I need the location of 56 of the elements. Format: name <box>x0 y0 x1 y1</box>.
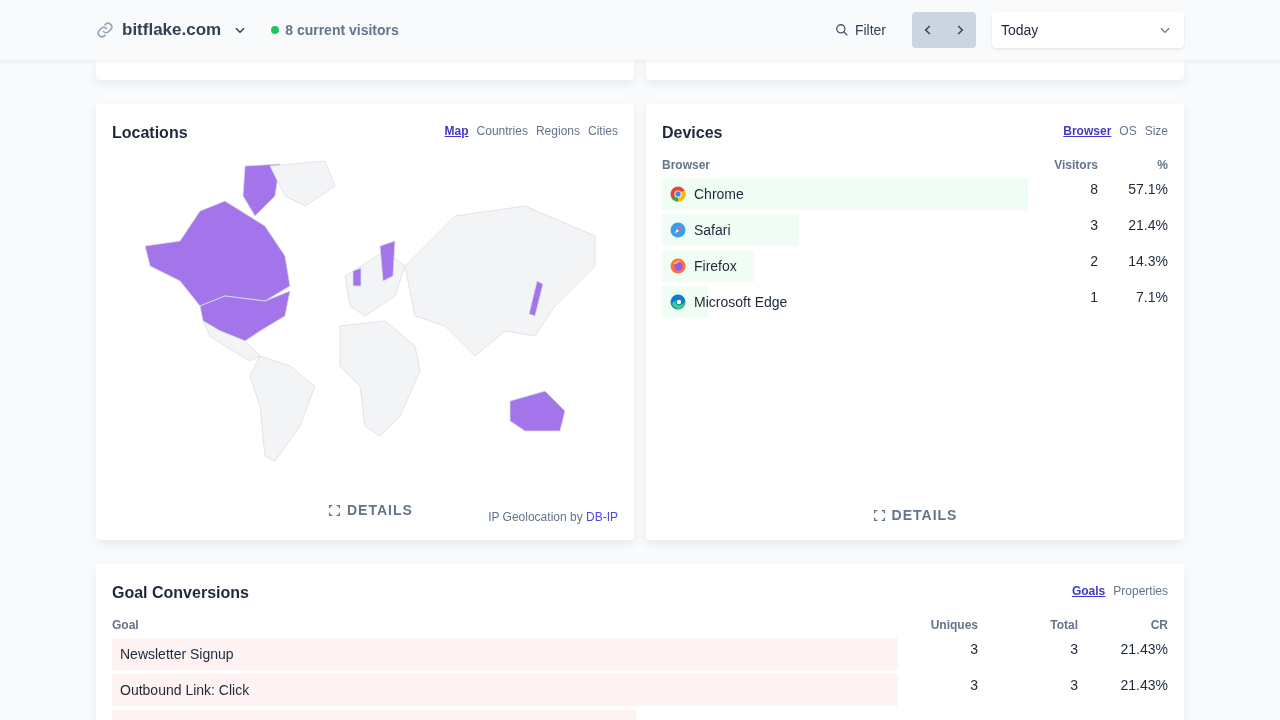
live-dot <box>271 26 280 34</box>
table-cell: 3 <box>970 641 978 657</box>
card-title: Locations <box>112 123 188 142</box>
table-cell: 21.43% <box>1120 677 1168 693</box>
credit-link[interactable]: DB-IP <box>586 510 618 524</box>
browser-name: Microsoft Edge <box>694 294 788 310</box>
tab[interactable]: Goals <box>1071 584 1106 598</box>
tab[interactable]: Size <box>1144 124 1168 138</box>
table-cell-text: 8 <box>1089 180 1098 199</box>
tab[interactable]: Regions <box>535 124 580 138</box>
column-header: Browser <box>662 158 712 172</box>
column-header: Total <box>1049 618 1078 632</box>
firefox-icon <box>670 258 686 274</box>
card-title: Devices <box>662 123 723 142</box>
compass-icon <box>670 222 686 238</box>
edge-icon <box>670 294 686 310</box>
column-header: CR <box>1149 618 1168 632</box>
tab[interactable]: Countries <box>476 124 528 138</box>
expand-icon <box>328 503 341 517</box>
table-cell-text: 2 <box>1089 252 1098 271</box>
tab[interactable]: Cities <box>588 124 618 138</box>
site-name[interactable]: bitflake.com <box>122 20 222 40</box>
link-icon <box>96 21 114 39</box>
goal-name: Newsletter Signup <box>120 646 234 662</box>
details-button[interactable]: DETAILS <box>322 501 419 519</box>
column-header: Uniques <box>929 618 978 632</box>
tab[interactable]: Browser <box>1063 124 1112 138</box>
period-select[interactable]: Today <box>992 12 1184 48</box>
column-header: Goal <box>112 618 140 632</box>
column-header: % <box>1156 158 1168 172</box>
chrome-icon <box>670 186 686 202</box>
goal-name: Outbound Link: Click <box>120 682 250 698</box>
filter-button[interactable]: Filter <box>824 16 896 44</box>
table-cell-text: 1 <box>1089 288 1098 307</box>
expand-icon <box>872 508 886 522</box>
geolocation-credit: IP Geolocation by DB-IP <box>488 510 618 524</box>
card-title: Goal Conversions <box>112 583 249 602</box>
tab[interactable]: OS <box>1119 124 1137 138</box>
table-cell: 21.43% <box>1120 641 1168 657</box>
table-cell: 3 <box>1070 641 1078 657</box>
browser-name: Chrome <box>694 186 744 202</box>
search-icon <box>834 23 849 37</box>
tab[interactable]: Properties <box>1113 584 1168 598</box>
browser-name: Firefox <box>694 258 737 274</box>
table-cell-text: 21.4% <box>1127 216 1168 235</box>
details-button[interactable]: DETAILS <box>866 506 964 524</box>
table-cell-text: 14.3% <box>1127 252 1168 271</box>
column-header: Visitors <box>1053 158 1098 172</box>
browser-name: Safari <box>694 222 731 238</box>
table-cell: 3 <box>1070 677 1078 693</box>
table-cell: 3 <box>970 677 978 693</box>
table-cell-text: 7.1% <box>1135 288 1168 307</box>
table-cell-text: 3 <box>1089 216 1098 235</box>
table-cell-text: 57.1% <box>1127 180 1168 199</box>
current-visitors[interactable]: 8 current visitors <box>285 22 399 38</box>
tab[interactable]: Map <box>444 124 469 138</box>
